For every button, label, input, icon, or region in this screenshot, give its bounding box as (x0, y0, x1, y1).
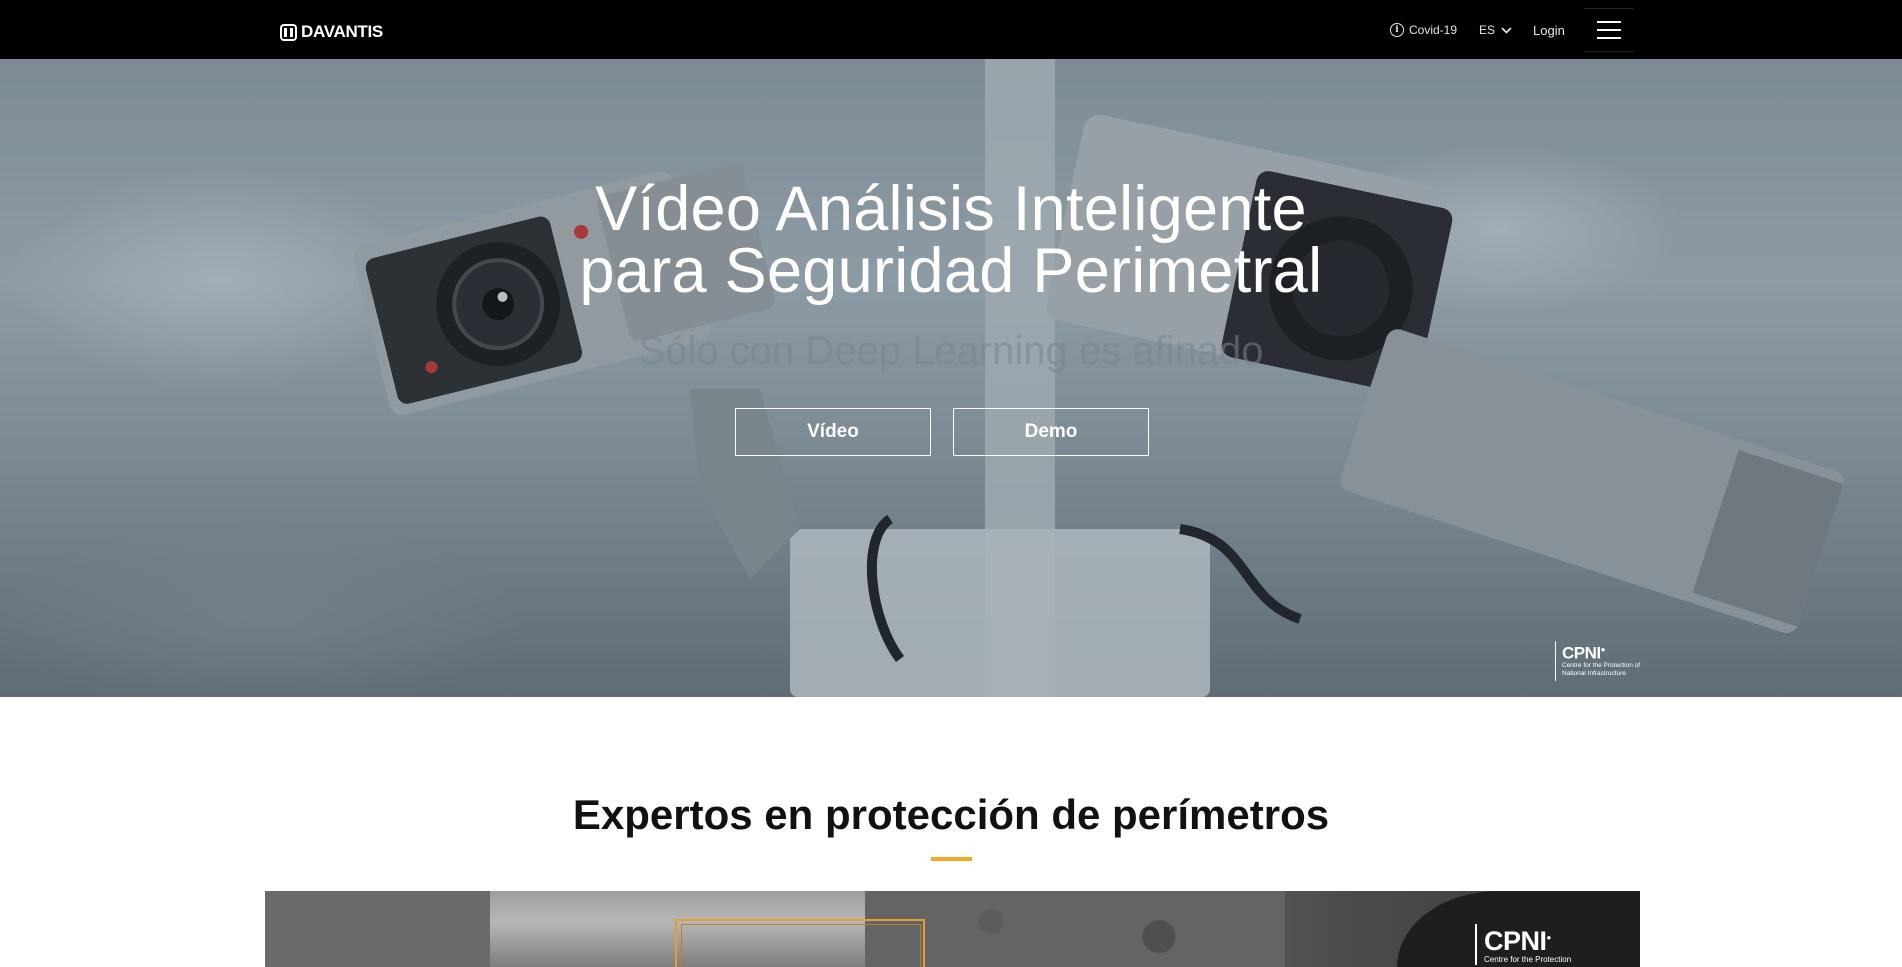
hero-title: Vídeo Análisis Inteligente para Segurida… (0, 174, 1902, 306)
top-navbar: DAVANTIS i Covid-19 ES Login (0, 0, 1902, 59)
hero-title-line: Vídeo Análisis Inteligente (595, 174, 1307, 244)
info-icon: i (1390, 23, 1404, 37)
title-accent-underline (931, 857, 972, 861)
davantis-logo-icon (280, 23, 297, 41)
cpni-description: Centre for the Protection (1484, 955, 1572, 964)
section-title: Expertos en protección de perímetros (572, 791, 1330, 838)
image-hedge-panel (865, 891, 1285, 967)
hamburger-menu-icon[interactable] (1584, 8, 1634, 52)
detection-box-inner (681, 924, 921, 967)
hero-dark-overlay (0, 59, 1902, 697)
cpni-logo-large: CPNI● Centre for the Protection (1475, 924, 1604, 965)
hero-subtitle: Sólo con Deep Learning es afinado (638, 329, 1264, 373)
perimeter-detection-image: CPNI● Centre for the Protection (265, 891, 1640, 967)
video-button[interactable]: Vídeo (735, 408, 931, 456)
cpni-logo: CPNI● Centre for the Protection of Natio… (1555, 641, 1652, 681)
cpni-name: CPNI● (1484, 926, 1551, 956)
cpni-description: Centre for the Protection of National In… (1562, 661, 1641, 677)
menu-bar (1597, 21, 1621, 23)
covid-link[interactable]: i Covid-19 (1390, 19, 1457, 41)
demo-button[interactable]: Demo (953, 408, 1149, 456)
logo-text: DAVANTIS (301, 22, 383, 41)
menu-bar (1597, 37, 1621, 39)
menu-bar (1597, 29, 1621, 31)
language-selector[interactable]: ES (1479, 19, 1512, 41)
davantis-logo[interactable]: DAVANTIS (280, 22, 383, 42)
cpni-name: CPNI● (1562, 643, 1606, 663)
hero-section: Vídeo Análisis Inteligente para Segurida… (0, 59, 1902, 697)
chevron-down-icon (1501, 26, 1512, 34)
covid-label: Covid-19 (1409, 23, 1458, 37)
image-street-panel (265, 891, 490, 967)
language-label: ES (1479, 23, 1496, 37)
login-link[interactable]: Login (1533, 19, 1565, 41)
hero-title-line: para Seguridad Perimetral (579, 236, 1323, 306)
